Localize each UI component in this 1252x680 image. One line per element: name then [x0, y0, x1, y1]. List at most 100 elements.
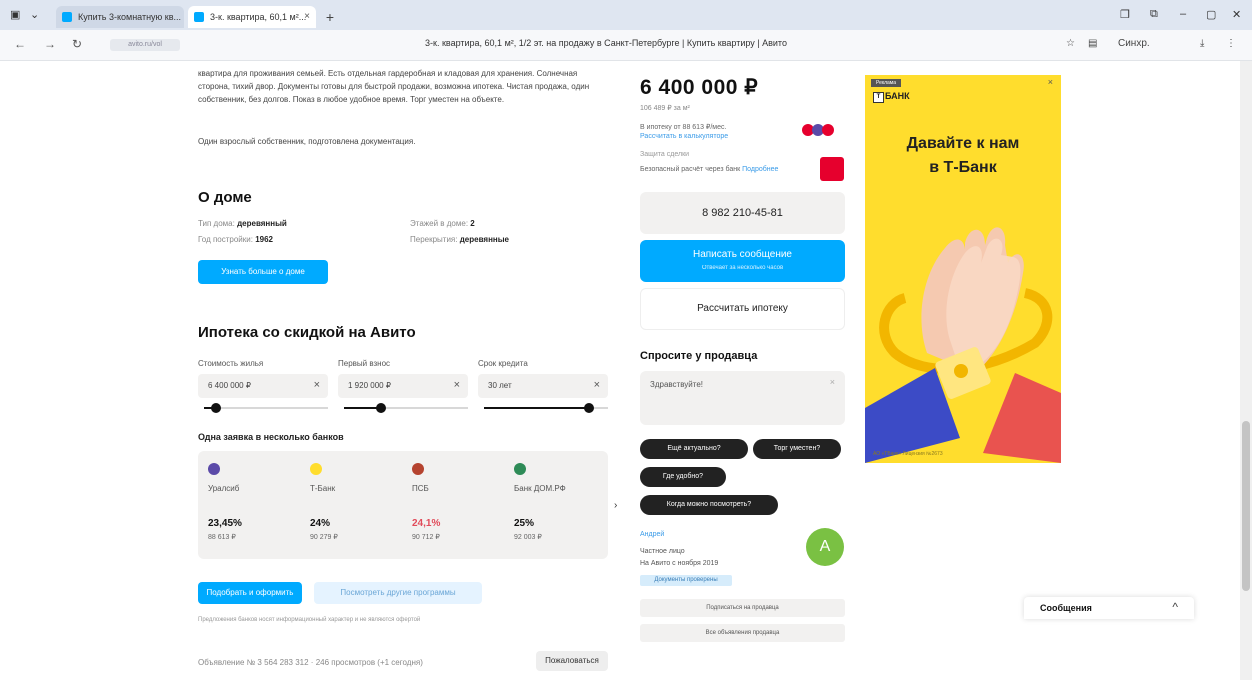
ad-label: Реклама [871, 79, 901, 87]
minimize-icon[interactable]: – [1180, 8, 1186, 20]
downpayment-field-label: Первый взнос [338, 359, 391, 368]
reader-icon[interactable]: ▤ [1088, 38, 1097, 49]
tab-close-icon[interactable]: × [304, 6, 310, 28]
banks-next-arrow-icon[interactable]: › [614, 500, 617, 511]
other-programs-button[interactable]: Посмотреть другие программы [314, 582, 482, 604]
house-details-button[interactable]: Узнать больше о доме [198, 260, 328, 284]
quick-question-chip[interactable]: Когда можно посмотреть? [640, 495, 778, 515]
write-message-button[interactable]: Написать сообщение Отвечает за несколько… [640, 240, 845, 282]
extensions-icon[interactable]: ⧉ [1150, 8, 1158, 21]
restore-icon[interactable]: ❐ [1120, 8, 1130, 21]
owner-note: Один взрослый собственник, подготовлена … [198, 137, 416, 146]
show-phone-button[interactable]: 8 982 210-45-81 [640, 192, 845, 234]
chevron-up-icon[interactable]: ^ [1172, 600, 1178, 614]
term-input[interactable]: 30 лет × [478, 374, 608, 398]
report-button[interactable]: Пожаловаться [536, 651, 608, 671]
seller-since: На Авито с ноября 2019 [640, 560, 719, 567]
url-text: 3-к. квартира, 60,1 м², 1/2 эт. на прода… [425, 38, 787, 48]
bank-logo-icon [310, 463, 322, 475]
bank-logo-icon [822, 124, 834, 136]
quick-question-chip[interactable]: Торг уместен? [753, 439, 841, 459]
listing-stats: Объявление № 3 564 283 312 · 246 просмот… [198, 658, 423, 667]
listing-description: квартира для проживания семьей. Есть отд… [198, 69, 590, 104]
quick-question-chip[interactable]: Где удобно? [640, 467, 726, 487]
page-scrollbar[interactable] [1240, 61, 1252, 680]
downloads-icon[interactable]: ⤓ [1200, 38, 1204, 49]
slider-handle[interactable] [376, 403, 387, 413]
close-window-icon[interactable]: ✕ [1232, 8, 1241, 21]
bookmark-icon[interactable]: ☆ [1066, 38, 1075, 49]
messages-widget[interactable]: Сообщения ^ [1024, 597, 1194, 619]
bank-logo-icon [514, 463, 526, 475]
browser-tab-bar: ▣ ⌄ Купить 3-комнатную кв... 3-к. кварти… [0, 0, 1252, 30]
bank-offer-uralsib[interactable]: Уралсиб 23,45% 88 613 ₽ [198, 451, 300, 559]
bank-logo-icon [412, 463, 424, 475]
quick-question-chip[interactable]: Ещё актуально? [640, 439, 748, 459]
seller-avatar[interactable]: А [806, 528, 844, 566]
mortgage-disclaimer: Предложения банков носят информационный … [198, 617, 421, 623]
tab-listing[interactable]: 3-к. квартира, 60,1 м²... × [188, 6, 316, 28]
ad-brand: БАНК [885, 91, 910, 101]
tab-search-icon[interactable]: ⌄ [30, 8, 39, 21]
slider-handle[interactable] [584, 403, 595, 413]
bank-logo-icon [208, 463, 220, 475]
ad-headline: в Т-Банк [929, 159, 997, 176]
mortgage-section-title: Ипотека со скидкой на Авито [198, 324, 416, 341]
bank-logo-icon [820, 157, 844, 181]
scrollbar-thumb[interactable] [1242, 421, 1250, 591]
seller-listings-button[interactable]: Все объявления продавца [640, 624, 845, 642]
tab-search-results[interactable]: Купить 3-комнатную кв... [56, 6, 184, 28]
escrow-line: Безопасный расчёт через банк Подробнее [640, 166, 779, 173]
ad-headline: Давайте к нам [906, 135, 1020, 152]
forward-icon[interactable]: → [44, 37, 56, 51]
high-five-illustration [865, 227, 1061, 463]
back-icon[interactable]: ← [14, 37, 26, 51]
page-content: квартира для проживания семьей. Есть отд… [0, 61, 1240, 680]
house-overlaps: Перекрытия: деревянные [410, 235, 510, 244]
clear-icon[interactable]: × [594, 379, 600, 391]
subscribe-seller-button[interactable]: Подписаться на продавца [640, 599, 845, 617]
address-input[interactable]: avito.ru/vol 3-к. квартира, 60,1 м², 1/2… [96, 35, 1076, 55]
price-per-m2: 106 489 ₽ за м² [640, 105, 690, 112]
listing-price: 6 400 000 ₽ [640, 76, 759, 99]
ask-seller-title: Спросите у продавца [640, 350, 758, 362]
tbank-ad-banner[interactable]: Реклама × Т БАНК Давайте к нам в Т-Банк … [865, 75, 1061, 463]
calculate-mortgage-button[interactable]: Рассчитать ипотеку [640, 288, 845, 330]
profile-button[interactable]: Синхр. [1118, 38, 1150, 49]
slider-handle[interactable] [211, 403, 222, 413]
downpayment-input[interactable]: 1 920 000 ₽ × [338, 374, 468, 398]
bank-offer-tbank[interactable]: Т-Банк 24% 90 279 ₽ [300, 451, 402, 559]
escrow-link[interactable]: Подробнее [742, 166, 778, 173]
bank-offer-psb[interactable]: ПСБ 24,1% 90 712 ₽ [402, 451, 504, 559]
seller-badge: Документы проверены [640, 575, 732, 586]
house-section-title: О доме [198, 189, 252, 206]
ad-legal: АО «ТБанк» Лицензия №2673 [873, 451, 943, 457]
bank-offers: Уралсиб 23,45% 88 613 ₽ Т-Банк 24% 90 27… [198, 451, 608, 559]
clear-icon[interactable]: × [830, 377, 835, 387]
bank-logos [802, 124, 834, 139]
more-icon[interactable]: ⋮ [1226, 38, 1236, 49]
browser-menu-icon[interactable]: ▣ [10, 8, 20, 21]
reload-icon[interactable]: ↻ [72, 37, 82, 51]
house-year: Год постройки: 1962 [198, 235, 273, 244]
downpayment-slider[interactable] [344, 403, 468, 413]
clear-icon[interactable]: × [454, 379, 460, 391]
price-slider[interactable] [204, 403, 328, 413]
house-type: Тип дома: деревянный [198, 219, 287, 228]
ask-seller-input[interactable]: Здравствуйте! × [640, 371, 845, 425]
site-info-pill[interactable]: avito.ru/vol [110, 39, 180, 51]
term-slider[interactable] [484, 403, 608, 413]
seller-type: Частное лицо [640, 548, 685, 555]
ad-close-icon[interactable]: × [1048, 77, 1053, 87]
maximize-icon[interactable]: ▢ [1206, 8, 1216, 21]
apply-mortgage-button[interactable]: Подобрать и оформить [198, 582, 302, 604]
mortgage-calc-link[interactable]: Рассчитать в калькуляторе [640, 133, 728, 140]
new-tab-button[interactable]: + [322, 9, 338, 25]
listing-footer: Объявление № 3 564 283 312 · 246 просмот… [198, 651, 608, 671]
escrow-label: Защита сделки [640, 151, 690, 158]
seller-name[interactable]: Андрей [640, 531, 664, 538]
price-input[interactable]: 6 400 000 ₽ × [198, 374, 328, 398]
clear-icon[interactable]: × [314, 379, 320, 391]
address-bar-row: ← → ↻ avito.ru/vol 3-к. квартира, 60,1 м… [0, 30, 1252, 61]
bank-offer-domrf[interactable]: Банк ДОМ.РФ 25% 92 003 ₽ [504, 451, 606, 559]
